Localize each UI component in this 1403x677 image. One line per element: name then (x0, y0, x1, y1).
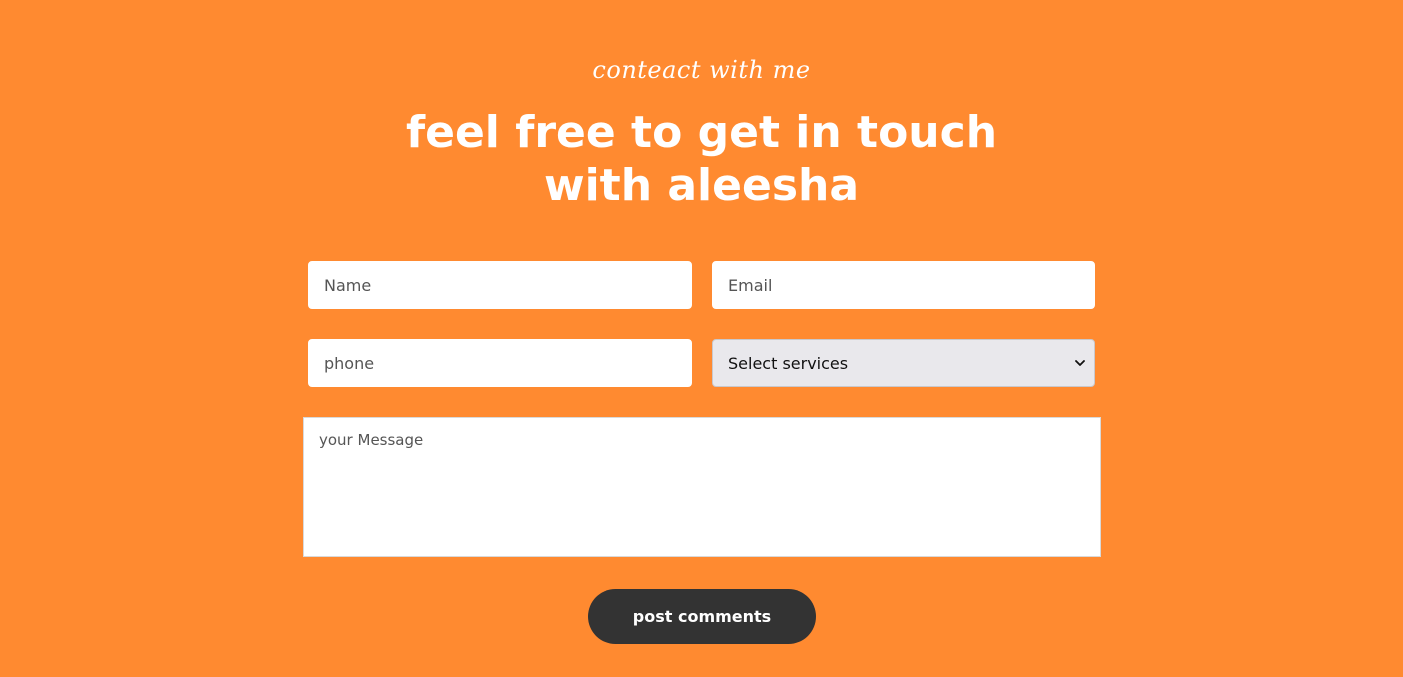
page-title: feel free to get in touch with aleesha (0, 106, 1403, 212)
message-field[interactable] (303, 417, 1101, 557)
services-select[interactable]: Select services (712, 339, 1095, 387)
post-comments-button[interactable]: post comments (588, 589, 816, 644)
services-select-value: Select services (728, 353, 849, 373)
page-title-line-1: feel free to get in touch (405, 107, 998, 158)
name-field[interactable] (308, 261, 692, 309)
email-field[interactable] (712, 261, 1095, 309)
page-title-line-2: with aleesha (543, 160, 860, 211)
phone-field[interactable] (308, 339, 692, 387)
chevron-down-icon (1074, 357, 1086, 369)
section-eyebrow: conteact with me (592, 56, 811, 84)
contact-section: conteact with me feel free to get in tou… (0, 0, 1403, 677)
